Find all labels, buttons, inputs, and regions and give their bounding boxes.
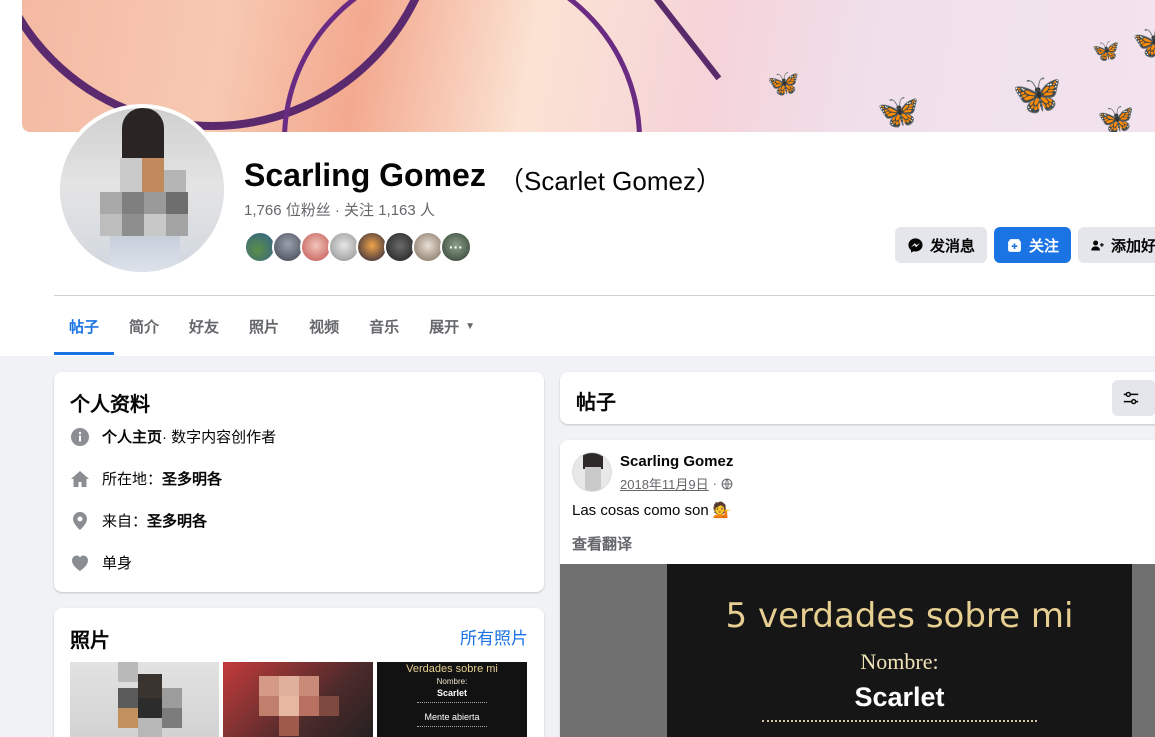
more-friends-icon[interactable]: ··· bbox=[440, 231, 472, 263]
post-image-dotted-line bbox=[762, 720, 1037, 722]
filter-sliders-icon bbox=[1123, 391, 1139, 405]
message-button[interactable]: 发消息 bbox=[895, 227, 988, 263]
photo-thumb[interactable] bbox=[223, 662, 373, 737]
profile-alternate-name: （Scarlet Gomez） bbox=[498, 166, 722, 196]
see-translation-link[interactable]: 查看翻译 bbox=[572, 533, 632, 554]
cover-hand bbox=[648, 0, 722, 81]
post-meta: 2018年11月9日 · bbox=[620, 474, 733, 493]
intro-from: 来自： 圣多明各 bbox=[70, 510, 207, 531]
thumb-text: Verdades sobre mi bbox=[406, 663, 498, 675]
tab-posts[interactable]: 帖子 bbox=[54, 297, 115, 355]
post-text: Las cosas como son 💁 bbox=[572, 502, 732, 519]
thumb-text: Mente abierta bbox=[424, 712, 480, 722]
messenger-icon bbox=[908, 237, 923, 253]
tab-more-label: 展开 bbox=[429, 318, 460, 336]
butterfly-icon: 🦋 bbox=[1132, 23, 1155, 61]
globe-icon[interactable] bbox=[721, 478, 733, 490]
tab-videos[interactable]: 视频 bbox=[294, 297, 354, 355]
intro-page-type: 个人主页 · 数字内容创作者 bbox=[70, 426, 276, 447]
profile-stats[interactable]: 1,766 位粉丝 · 关注 1,163 人 bbox=[244, 199, 435, 220]
tab-friends[interactable]: 好友 bbox=[174, 297, 234, 355]
location-value[interactable]: 圣多明各 bbox=[162, 468, 222, 489]
post-image-title: 5 verdades sobre mi bbox=[725, 596, 1074, 636]
profile-tabs: 帖子 简介 好友 照片 视频 音乐 展开 ▼ bbox=[54, 297, 490, 355]
follow-icon bbox=[1008, 238, 1021, 252]
page-type-value: · 数字内容创作者 bbox=[162, 429, 277, 446]
photo-thumb[interactable] bbox=[70, 662, 219, 737]
post-image[interactable]: 5 verdades sobre mi Nombre: Scarlet bbox=[667, 564, 1132, 737]
tab-music[interactable]: 音乐 bbox=[354, 297, 414, 355]
photos-title: 照片 bbox=[70, 630, 110, 652]
cover-arc bbox=[282, 0, 642, 132]
location-label: 所在地： bbox=[102, 471, 163, 488]
info-icon bbox=[71, 427, 89, 446]
intro-title: 个人资料 bbox=[70, 394, 150, 416]
header-divider bbox=[54, 295, 1155, 296]
post-date[interactable]: 2018年11月9日 bbox=[620, 474, 709, 493]
butterfly-icon: 🦋 bbox=[1097, 103, 1135, 133]
home-icon bbox=[71, 470, 89, 487]
post-author-avatar[interactable] bbox=[572, 452, 612, 492]
thumb-text: Nombre: bbox=[436, 677, 468, 686]
photos-card: 照片 所有照片 Verdades sobre mi Nombre: Scarle… bbox=[54, 608, 544, 737]
from-value[interactable]: 圣多明各 bbox=[147, 510, 207, 531]
add-friend-button[interactable]: 添加好 bbox=[1078, 227, 1155, 263]
butterfly-icon: 🦋 bbox=[1092, 38, 1120, 63]
tab-photos[interactable]: 照片 bbox=[234, 297, 294, 355]
post-meta-separator: · bbox=[712, 476, 717, 491]
message-label: 发消息 bbox=[930, 237, 976, 255]
post-image-name: Scarlet bbox=[854, 682, 945, 712]
butterfly-icon: 🦋 bbox=[877, 93, 920, 131]
post-media[interactable]: 5 verdades sobre mi Nombre: Scarlet bbox=[560, 564, 1155, 737]
intro-card: 个人资料 个人主页 · 数字内容创作者 所在地： 圣多明各 来自： 圣多明各 单… bbox=[54, 372, 544, 592]
follow-button[interactable]: 关注 bbox=[994, 227, 1072, 263]
photo-thumb[interactable]: Verdades sobre mi Nombre: Scarlet Mente … bbox=[377, 662, 527, 737]
heart-icon bbox=[72, 555, 88, 571]
filters-button[interactable] bbox=[1112, 380, 1155, 416]
from-label: 来自： bbox=[102, 513, 148, 530]
profile-name: Scarling Gomez bbox=[244, 157, 486, 193]
butterfly-icon: 🦋 bbox=[1012, 73, 1062, 117]
tab-more[interactable]: 展开 ▼ bbox=[414, 297, 490, 355]
follow-label: 关注 bbox=[1029, 237, 1060, 255]
posts-title: 帖子 bbox=[576, 392, 616, 414]
page-type-label: 个人主页 bbox=[102, 429, 163, 446]
location-pin-icon bbox=[73, 511, 87, 530]
add-friend-icon bbox=[1091, 240, 1104, 250]
add-friend-label: 添加好 bbox=[1110, 237, 1155, 255]
butterfly-icon: 🦋 bbox=[767, 68, 800, 98]
profile-avatar[interactable] bbox=[56, 104, 228, 276]
relationship-value: 单身 bbox=[102, 555, 133, 572]
post-card: Scarling Gomez 2018年11月9日 · Las cosas co… bbox=[560, 440, 1155, 737]
posts-header-card: 帖子 bbox=[560, 372, 1155, 424]
post-author-name[interactable]: Scarling Gomez bbox=[620, 453, 733, 470]
caret-down-icon: ▼ bbox=[465, 320, 476, 332]
post-image-nombre: Nombre: bbox=[860, 649, 939, 674]
intro-relationship: 单身 bbox=[70, 552, 132, 573]
thumb-text: Scarlet bbox=[436, 688, 468, 698]
intro-location: 所在地： 圣多明各 bbox=[70, 468, 222, 489]
tab-about[interactable]: 简介 bbox=[114, 297, 174, 355]
see-all-photos-link[interactable]: 所有照片 bbox=[460, 624, 528, 649]
